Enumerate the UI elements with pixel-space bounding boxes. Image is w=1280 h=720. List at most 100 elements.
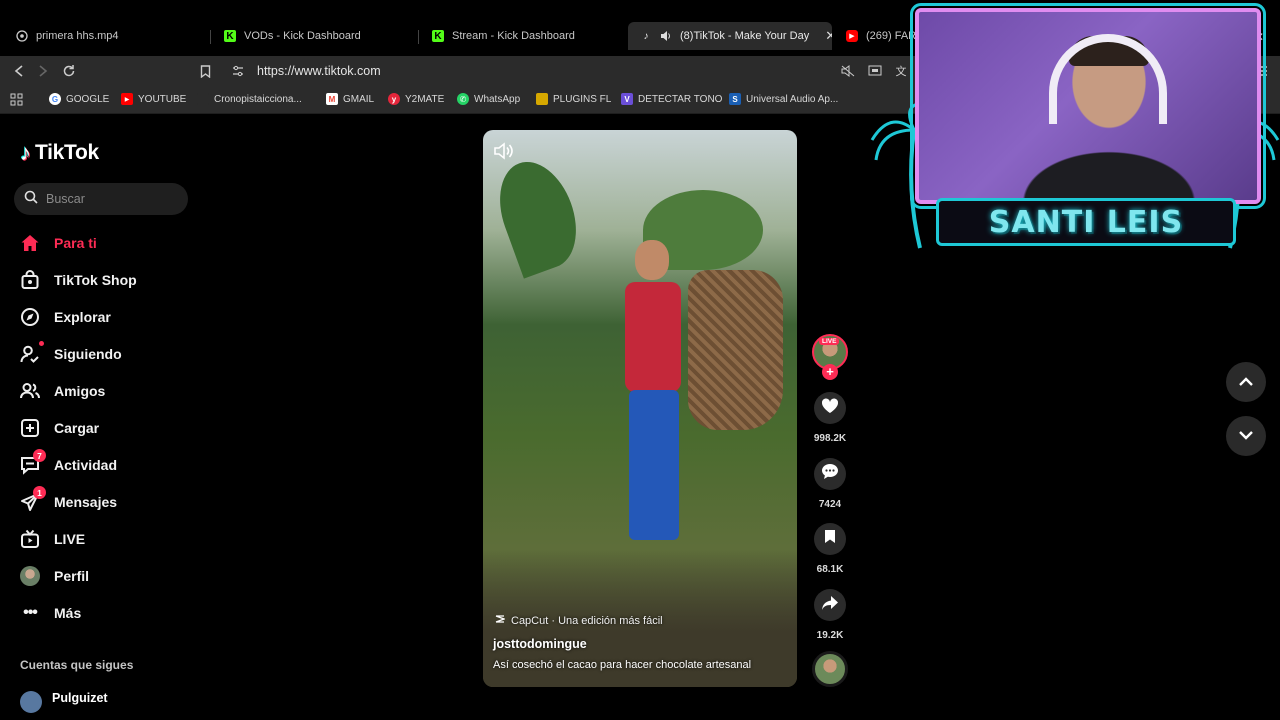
nav-label: TikTok Shop	[54, 272, 137, 288]
apps-grid-icon[interactable]	[10, 93, 23, 106]
capcut-text: CapCut · Una edición más fácil	[511, 614, 663, 627]
capcut-caption[interactable]: CapCut · Una edición más fácil	[495, 614, 663, 627]
compass-icon	[20, 307, 40, 327]
bookmark-youtube[interactable]: ▶ YOUTUBE	[121, 93, 186, 105]
bookmark-label: WhatsApp	[474, 93, 521, 105]
nav-item-live[interactable]: LIVE	[20, 524, 85, 554]
forward-icon[interactable]	[34, 62, 52, 80]
y2mate-icon: y	[388, 93, 400, 105]
comment-button[interactable]	[814, 458, 846, 490]
youtube-icon: ▶	[121, 93, 133, 105]
tab-vods-kick[interactable]: K VODs - Kick Dashboard	[212, 22, 412, 50]
bookmark-icon	[824, 529, 836, 549]
bookmark-universal-audio[interactable]: S Universal Audio Ap...	[729, 93, 838, 105]
bookmark-gmail[interactable]: M GMAIL	[326, 93, 374, 105]
nav-item-amigos[interactable]: Amigos	[20, 376, 105, 406]
share-button[interactable]	[814, 589, 846, 621]
bookmark-google[interactable]: G GOOGLE	[49, 93, 109, 105]
video-description: Así cosechó el cacao para hacer chocolat…	[493, 659, 752, 671]
back-icon[interactable]	[10, 62, 28, 80]
tab-label: (8)TikTok - Make Your Day	[680, 30, 810, 42]
video-foliage	[486, 151, 590, 279]
like-count: 998.2K	[813, 433, 847, 444]
bookmark-plugins-fl[interactable]: PLUGINS FL	[536, 93, 611, 105]
bookmark-label: Universal Audio Ap...	[746, 93, 839, 105]
nav-label: Actividad	[54, 457, 118, 473]
video-person	[623, 240, 683, 540]
following-icon	[20, 341, 44, 364]
webcam-feed	[910, 3, 1266, 209]
tab-stream-kick[interactable]: K Stream - Kick Dashboard	[420, 22, 620, 50]
whatsapp-icon: ✆	[457, 93, 469, 105]
tiktok-logo[interactable]: ♪ TikTok	[20, 140, 99, 166]
volume-icon[interactable]	[493, 142, 515, 160]
follow-button[interactable]: +	[822, 364, 838, 380]
upload-icon	[20, 418, 40, 438]
live-tag: LIVE	[819, 338, 840, 345]
shop-icon	[20, 270, 40, 290]
close-tab-icon[interactable]: ✕	[825, 28, 832, 44]
search-icon	[24, 190, 38, 209]
chevron-down-icon	[1239, 427, 1253, 445]
search-input[interactable]	[46, 192, 176, 206]
save-button[interactable]	[814, 523, 846, 555]
nav-item-explorar[interactable]: Explorar	[20, 302, 111, 332]
streamer-name: SANTI LEIS	[988, 204, 1184, 240]
nav-item-perfil[interactable]: Perfil	[20, 561, 89, 591]
nav-item-mensajes[interactable]: 1 Mensajes	[20, 486, 118, 517]
following-accounts-title: Cuentas que sigues	[20, 658, 134, 672]
nav-item-tiktok-shop[interactable]: TikTok Shop	[20, 265, 137, 295]
share-count: 19.2K	[816, 630, 844, 641]
speaker-icon	[660, 30, 672, 42]
address-bar[interactable]: https://www.tiktok.com	[257, 64, 381, 78]
bookmark-y2mate[interactable]: y Y2MATE	[388, 93, 444, 105]
bookmark-label: Cronopistaicciona...	[214, 93, 302, 105]
sound-disc[interactable]	[812, 651, 848, 687]
like-button[interactable]	[814, 392, 846, 424]
nav-label: LIVE	[54, 531, 86, 547]
nav-label: Mensajes	[54, 494, 118, 510]
following-username: Pulguizet	[52, 691, 108, 705]
streamer-webcam-overlay: SANTI LEIS	[870, 0, 1280, 250]
more-icon: •••	[23, 604, 38, 621]
nav-label: Siguiendo	[54, 346, 122, 362]
tab-separator	[418, 30, 419, 44]
comment-count: 7424	[818, 499, 842, 510]
tiktok-icon: ♪	[643, 30, 649, 42]
site-settings-icon[interactable]	[229, 62, 247, 80]
bookmark-detectar-tono[interactable]: V DETECTAR TONO	[621, 93, 722, 105]
nav-label: Perfil	[54, 568, 90, 584]
home-icon	[20, 233, 40, 253]
nav-item-siguiendo[interactable]: Siguiendo	[20, 339, 122, 369]
share-icon	[821, 595, 839, 616]
nav-item-mas[interactable]: ••• Más	[20, 598, 81, 628]
new-dot-badge	[39, 341, 44, 346]
profile-avatar	[20, 566, 40, 586]
following-account-item[interactable]: Pulguizet	[20, 683, 108, 713]
activity-badge: 7	[33, 449, 46, 462]
nav-item-cargar[interactable]: Cargar	[20, 413, 99, 443]
capcut-icon	[495, 614, 506, 627]
bookmark-icon[interactable]	[196, 62, 214, 80]
nav-item-actividad[interactable]: 7 Actividad	[20, 449, 118, 480]
messages-icon: 1	[20, 486, 46, 512]
tab-tiktok[interactable]: ♪ (8)TikTok - Make Your Day ✕	[628, 22, 832, 50]
bookmark-label: DETECTAR TONO	[638, 93, 723, 105]
nav-item-para-ti[interactable]: Para ti	[20, 228, 97, 258]
reload-icon[interactable]	[60, 62, 78, 80]
tab-label: primera hhs.mp4	[36, 30, 119, 42]
video-player[interactable]: CapCut · Una edición más fácil josttodom…	[483, 130, 797, 687]
tab-primera-hhs[interactable]: primera hhs.mp4	[4, 22, 204, 50]
bookmark-favicon-icon	[197, 93, 209, 105]
search-box[interactable]	[14, 183, 188, 215]
audio-muted-icon[interactable]	[839, 62, 857, 80]
bookmark-cronopista[interactable]: Cronopistaicciona...	[197, 93, 302, 105]
universal-audio-icon: S	[729, 93, 741, 105]
chevron-up-icon	[1239, 373, 1253, 391]
heart-icon	[821, 397, 839, 419]
bookmark-whatsapp[interactable]: ✆ WhatsApp	[457, 93, 520, 105]
video-author[interactable]: josttodomingue	[493, 637, 587, 651]
previous-video-button[interactable]	[1226, 362, 1266, 402]
next-video-button[interactable]	[1226, 416, 1266, 456]
detectar-tono-icon: V	[621, 93, 633, 105]
